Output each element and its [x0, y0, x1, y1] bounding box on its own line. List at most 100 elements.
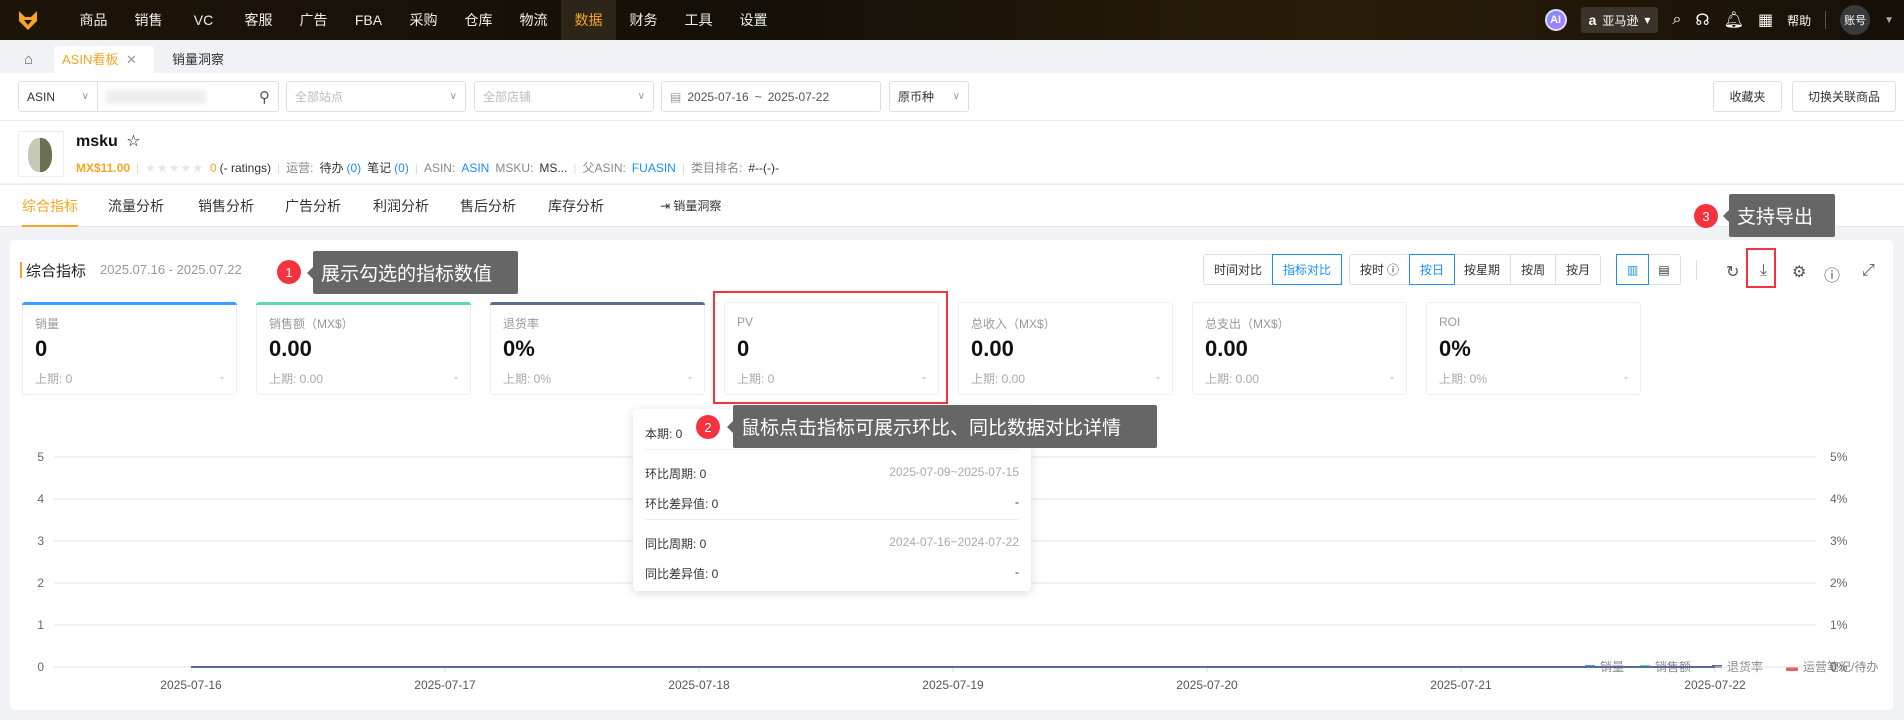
y-right-tick-label: 5%	[1830, 450, 1848, 464]
yoy-period: 同比周期: 0	[645, 537, 707, 551]
search-icon[interactable]: ⚲	[259, 88, 270, 106]
nav-item[interactable]: 仓库	[451, 0, 506, 40]
tab-asin-board[interactable]: ASIN看板 ✕	[54, 46, 154, 73]
rating-count: 0	[209, 160, 217, 175]
divider	[645, 449, 1019, 450]
date-range-picker[interactable]: ▤ 2025-07-16 ~2025-07-22	[661, 81, 881, 112]
notes-count[interactable]: (0)	[394, 161, 409, 175]
analysis-tab[interactable]: 库存分析	[548, 185, 604, 227]
y-right-tick-label: 4%	[1830, 492, 1848, 506]
analysis-tab[interactable]: 销售分析	[198, 185, 254, 227]
x-tick-label: 2025-07-16	[160, 678, 222, 692]
star-favorite-icon[interactable]: ☆	[126, 133, 140, 150]
mom-period: 环比周期: 0	[645, 467, 707, 481]
notes-label: 笔记	[367, 161, 392, 175]
tab-sales-insight[interactable]: 销量洞察	[164, 46, 232, 73]
nav-item[interactable]: 数据	[561, 0, 616, 40]
mom-diff-row: 环比差异值: 0 -	[645, 495, 1019, 512]
bell-icon[interactable]: 🔔︎	[1724, 10, 1744, 30]
search-type-value: ASIN	[27, 89, 56, 104]
search-type-select[interactable]: ASIN ∨	[18, 81, 98, 112]
sales-insight-link[interactable]: ⇥ 销量洞察	[660, 185, 721, 227]
annotation-callout-2: 鼠标点击指标可展示环比、同比数据对比详情	[727, 405, 1157, 448]
search-icon[interactable]: ⌕	[1672, 11, 1681, 29]
divider	[645, 519, 1019, 520]
parent-asin-link[interactable]: FUASIN	[632, 161, 676, 175]
rank-value: #--(-)-	[748, 160, 779, 175]
amazon-icon: a	[1588, 12, 1597, 28]
yoy-diff-change: -	[1015, 565, 1019, 579]
switch-product-button[interactable]: 切换关联商品	[1792, 81, 1896, 112]
nav-item[interactable]: 财务	[616, 0, 671, 40]
analysis-tab[interactable]: 综合指标	[22, 185, 78, 227]
product-image	[18, 131, 64, 177]
annotation-callout-1: 展示勾选的指标数值	[307, 251, 518, 294]
caret-down-icon[interactable]: ▼	[1884, 15, 1894, 26]
avatar[interactable]: 账号	[1840, 5, 1871, 35]
x-tick-label: 2025-07-19	[922, 678, 984, 692]
date-start: 2025-07-16	[687, 89, 749, 104]
currency-select[interactable]: 原币种 ∨	[889, 81, 969, 112]
apps-grid-icon[interactable]: ▦	[1758, 10, 1773, 30]
filter-bar: ASIN ∨ ⚲ 全部站点 ∨ 全部店铺 ∨ ▤ 2025-07-16 ~2025-07-…	[0, 73, 1904, 121]
help-link[interactable]: 帮助	[1787, 12, 1811, 29]
headset-icon[interactable]: ☊	[1695, 10, 1709, 30]
date-end: 2025-07-22	[767, 89, 830, 104]
close-icon[interactable]: ✕	[126, 52, 137, 67]
x-tick-label: 2025-07-20	[1176, 678, 1238, 692]
marketplace-select[interactable]: a 亚马逊 ▾	[1580, 7, 1659, 33]
chevron-down-icon: ∨	[637, 91, 645, 102]
y-right-tick-label: 3%	[1830, 534, 1848, 548]
analysis-tabs: 综合指标 流量分析 销售分析 广告分析 利润分析 售后分析 库存分析 ⇥ 销量洞察	[0, 184, 1904, 227]
product-price: MX$11.00	[76, 160, 131, 175]
store-select[interactable]: 全部店铺 ∨	[474, 81, 654, 112]
calendar-icon: ▤	[670, 89, 682, 104]
site-placeholder: 全部站点	[295, 90, 344, 104]
nav-item[interactable]: 客服	[231, 0, 286, 40]
analysis-tab[interactable]: 流量分析	[108, 185, 164, 227]
mom-diff: 环比差异值: 0	[645, 497, 719, 511]
product-title: msku	[76, 133, 118, 150]
nav-item[interactable]: FBA	[341, 0, 396, 40]
chevron-down-icon: ∨	[449, 91, 457, 102]
product-info: msku ☆ MX$11.00 | ★★★★★ 0 (- ratings) | 运营:…	[0, 121, 1904, 183]
sales-insight-label: 销量洞察	[673, 199, 722, 213]
page-tabs: ⌂ ASIN看板 ✕ 销量洞察	[0, 40, 1904, 73]
top-nav: 商品 销售 VC 客服 广告 FBA 采购 仓库 物流 数据 财务 工具 设置 AI a 亚马逊 ▾ ⌕ ☊…	[0, 0, 1904, 40]
y-right-tick-label: 0%	[1830, 660, 1848, 674]
currency-value: 原币种	[898, 90, 935, 104]
mom-range: 2025-07-09~2025-07-15	[889, 465, 1019, 479]
search-input[interactable]: ⚲	[97, 81, 279, 112]
site-select[interactable]: 全部站点 ∨	[286, 81, 466, 112]
nav-item[interactable]: 广告	[286, 0, 341, 40]
annotation-badge-1: 1	[277, 260, 301, 284]
logo-icon[interactable]	[0, 0, 56, 40]
y-left-tick-label: 1	[37, 618, 44, 632]
analysis-tab[interactable]: 广告分析	[285, 185, 341, 227]
ai-assistant-icon[interactable]: AI	[1544, 9, 1567, 31]
todo-count[interactable]: (0)	[346, 161, 361, 175]
caret-down-icon: ▾	[1644, 13, 1651, 27]
analysis-tab[interactable]: 利润分析	[373, 185, 429, 227]
annotation-callout-3: 支持导出	[1723, 194, 1835, 237]
date-separator: ~	[754, 89, 762, 104]
analysis-tab[interactable]: 售后分析	[460, 185, 516, 227]
nav-item[interactable]: 采购	[396, 0, 451, 40]
nav-item[interactable]: 商品	[66, 0, 121, 40]
asin-link[interactable]: ASIN	[461, 161, 489, 175]
divider	[1825, 11, 1827, 29]
todo-label: 待办	[319, 161, 344, 175]
nav-item[interactable]: VC	[176, 0, 231, 40]
nav-item[interactable]: 销售	[121, 0, 176, 40]
marketplace-label: 亚马逊	[1602, 13, 1639, 28]
yoy-diff-row: 同比差异值: 0 -	[645, 565, 1019, 582]
nav-item[interactable]: 设置	[726, 0, 781, 40]
ops-label: 运营:	[286, 161, 314, 175]
y-left-tick-label: 4	[37, 492, 44, 506]
annotation-badge-2: 2	[696, 415, 720, 439]
favorites-button[interactable]: 收藏夹	[1713, 81, 1782, 112]
yoy-period-row: 同比周期: 0 2024-07-16~2024-07-22	[645, 535, 1019, 552]
nav-item[interactable]: 工具	[671, 0, 726, 40]
nav-item[interactable]: 物流	[506, 0, 561, 40]
home-icon[interactable]: ⌂	[16, 46, 41, 73]
